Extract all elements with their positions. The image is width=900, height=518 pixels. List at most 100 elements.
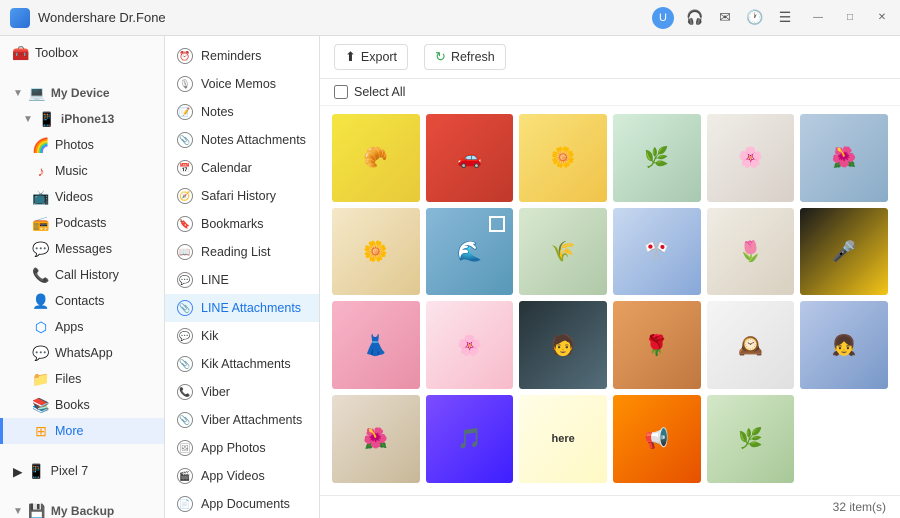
photo-grid: 🥐 🚗 🌼 🌿 🌸 🌺 bbox=[320, 106, 900, 495]
sidebar-item-podcasts[interactable]: 📻 Podcasts bbox=[0, 210, 164, 236]
nav-item-voice-memos[interactable]: 🎙 Voice Memos bbox=[165, 70, 319, 98]
contacts-icon: 👤 bbox=[33, 293, 49, 309]
sidebar-item-more[interactable]: ⊞ More bbox=[0, 418, 164, 444]
nav-item-viber-attachments[interactable]: 📎 Viber Attachments bbox=[165, 406, 319, 434]
photo-cell[interactable]: 👗 bbox=[332, 301, 420, 389]
nav-item-line[interactable]: 💬 LINE bbox=[165, 266, 319, 294]
messages-icon: 💬 bbox=[33, 241, 49, 257]
middle-nav: ⏰ Reminders 🎙 Voice Memos 📝 Notes 📎 Note… bbox=[165, 36, 320, 518]
menu-icon[interactable]: ☰ bbox=[776, 9, 794, 27]
sidebar-item-toolbox[interactable]: 🧰 Toolbox bbox=[0, 40, 164, 66]
sidebar-item-mybackup[interactable]: ▼ 💾 My Backup bbox=[0, 498, 164, 518]
kik-icon: 💬 bbox=[177, 328, 193, 344]
user-avatar[interactable]: U bbox=[652, 7, 674, 29]
item-count: 32 item(s) bbox=[833, 500, 886, 514]
photo-cell[interactable]: 🌹 bbox=[613, 301, 701, 389]
photo-cell[interactable]: 🌼 bbox=[332, 208, 420, 296]
mybackup-expand-icon: ▼ bbox=[13, 506, 23, 517]
nav-item-app-videos[interactable]: 🎬 App Videos bbox=[165, 462, 319, 490]
photo-cell[interactable]: here bbox=[519, 395, 607, 483]
safari-icon: 🧭 bbox=[177, 188, 193, 204]
export-button[interactable]: ⬆ Export bbox=[334, 44, 408, 70]
sidebar-item-apps[interactable]: ⬡ Apps bbox=[0, 314, 164, 340]
nav-item-safari-history[interactable]: 🧭 Safari History bbox=[165, 182, 319, 210]
nav-item-notes-attachments[interactable]: 📎 Notes Attachments bbox=[165, 126, 319, 154]
nav-item-reading-list[interactable]: 📖 Reading List bbox=[165, 238, 319, 266]
photo-cell[interactable]: 🕰️ bbox=[707, 301, 795, 389]
titlebar: Wondershare Dr.Fone U 🎧 ✉ 🕐 ☰ — □ ✕ bbox=[0, 0, 900, 36]
refresh-button[interactable]: ↻ Refresh bbox=[424, 44, 506, 70]
photo-cell[interactable]: 🌺 bbox=[800, 114, 888, 202]
minimize-button[interactable]: — bbox=[810, 10, 826, 26]
videos-icon: 📺 bbox=[33, 189, 49, 205]
pixel7-expand-icon: ▶ bbox=[13, 464, 23, 479]
photo-cell[interactable]: 👧 bbox=[800, 301, 888, 389]
photo-cell[interactable]: 🌸 bbox=[426, 301, 514, 389]
callhistory-icon: 📞 bbox=[33, 267, 49, 283]
nav-item-notes[interactable]: 📝 Notes bbox=[165, 98, 319, 126]
close-button[interactable]: ✕ bbox=[874, 10, 890, 26]
sidebar-item-messages[interactable]: 💬 Messages bbox=[0, 236, 164, 262]
files-icon: 📁 bbox=[33, 371, 49, 387]
nav-item-app-documents[interactable]: 📄 App Documents bbox=[165, 490, 319, 518]
bookmarks-icon: 🔖 bbox=[177, 216, 193, 232]
sidebar-section-pixel7: ▶ 📱 Pixel 7 bbox=[0, 454, 164, 488]
sidebar-item-books[interactable]: 📚 Books bbox=[0, 392, 164, 418]
sidebar-item-files[interactable]: 📁 Files bbox=[0, 366, 164, 392]
photo-cell[interactable]: 🌿 bbox=[613, 114, 701, 202]
sidebar-item-photos[interactable]: 🌈 Photos bbox=[0, 132, 164, 158]
nav-item-app-photos[interactable]: 🖼 App Photos bbox=[165, 434, 319, 462]
nav-item-reminders[interactable]: ⏰ Reminders bbox=[165, 42, 319, 70]
photo-cell[interactable]: 🌸 bbox=[707, 114, 795, 202]
app-videos-icon: 🎬 bbox=[177, 468, 193, 484]
nav-item-calendar[interactable]: 📅 Calendar bbox=[165, 154, 319, 182]
export-icon: ⬆ bbox=[345, 49, 356, 65]
whatsapp-icon: 💬 bbox=[33, 345, 49, 361]
sidebar-section-mybackup: ▼ 💾 My Backup 📱 iPhone13 03/14 📱 iPhone … bbox=[0, 494, 164, 518]
mail-icon[interactable]: ✉ bbox=[716, 9, 734, 27]
line-attachments-icon: 📎 bbox=[177, 300, 193, 316]
expand-icon-iphone13: ▼ bbox=[23, 114, 33, 125]
photo-cell[interactable]: 🌺 bbox=[332, 395, 420, 483]
app-title: Wondershare Dr.Fone bbox=[38, 10, 652, 25]
photo-cell[interactable]: 🌼 bbox=[519, 114, 607, 202]
nav-item-line-attachments[interactable]: 📎 LINE Attachments bbox=[165, 294, 319, 322]
photo-cell[interactable]: 🌿 bbox=[707, 395, 795, 483]
sidebar-item-iphone13-header[interactable]: ▼ 📱 iPhone13 bbox=[0, 106, 164, 132]
sidebar-item-whatsapp[interactable]: 💬 WhatsApp bbox=[0, 340, 164, 366]
refresh-icon: ↻ bbox=[435, 49, 446, 65]
sidebar-item-mydevice[interactable]: ▼ 💻 My Device bbox=[0, 80, 164, 106]
maximize-button[interactable]: □ bbox=[842, 10, 858, 26]
sidebar-item-callhistory[interactable]: 📞 Call History bbox=[0, 262, 164, 288]
notes-icon: 📝 bbox=[177, 104, 193, 120]
pixel7-icon: 📱 bbox=[29, 463, 45, 479]
sidebar-item-music[interactable]: ♪ Music bbox=[0, 158, 164, 184]
titlebar-actions: U 🎧 ✉ 🕐 ☰ — □ ✕ bbox=[652, 7, 890, 29]
photo-cell[interactable]: 🚗 bbox=[426, 114, 514, 202]
reading-list-icon: 📖 bbox=[177, 244, 193, 260]
sidebar-item-videos[interactable]: 📺 Videos bbox=[0, 184, 164, 210]
headset-icon[interactable]: 🎧 bbox=[686, 9, 704, 27]
photo-cell[interactable]: 📢 bbox=[613, 395, 701, 483]
nav-item-kik[interactable]: 💬 Kik bbox=[165, 322, 319, 350]
app-logo bbox=[10, 8, 30, 28]
toolbox-icon: 🧰 bbox=[13, 45, 29, 61]
nav-item-kik-attachments[interactable]: 📎 Kik Attachments bbox=[165, 350, 319, 378]
photo-cell[interactable]: 🌊 bbox=[426, 208, 514, 296]
photo-cell[interactable]: 🎌 bbox=[613, 208, 701, 296]
nav-item-bookmarks[interactable]: 🔖 Bookmarks bbox=[165, 210, 319, 238]
photo-cell[interactable]: 🎤 bbox=[800, 208, 888, 296]
photo-cell[interactable]: 🎵 bbox=[426, 395, 514, 483]
photo-cell[interactable]: 🥐 bbox=[332, 114, 420, 202]
sidebar-item-pixel7[interactable]: ▶ 📱 Pixel 7 bbox=[0, 458, 164, 484]
sidebar-section-toolbox: 🧰 Toolbox bbox=[0, 36, 164, 70]
kik-attachments-icon: 📎 bbox=[177, 356, 193, 372]
photo-cell[interactable]: 🌾 bbox=[519, 208, 607, 296]
sidebar-item-contacts[interactable]: 👤 Contacts bbox=[0, 288, 164, 314]
photo-cell[interactable]: 🧑 bbox=[519, 301, 607, 389]
nav-item-viber[interactable]: 📞 Viber bbox=[165, 378, 319, 406]
select-all-checkbox[interactable] bbox=[334, 85, 348, 99]
photo-cell[interactable]: 🌷 bbox=[707, 208, 795, 296]
reminders-icon: ⏰ bbox=[177, 48, 193, 64]
history-icon[interactable]: 🕐 bbox=[746, 9, 764, 27]
